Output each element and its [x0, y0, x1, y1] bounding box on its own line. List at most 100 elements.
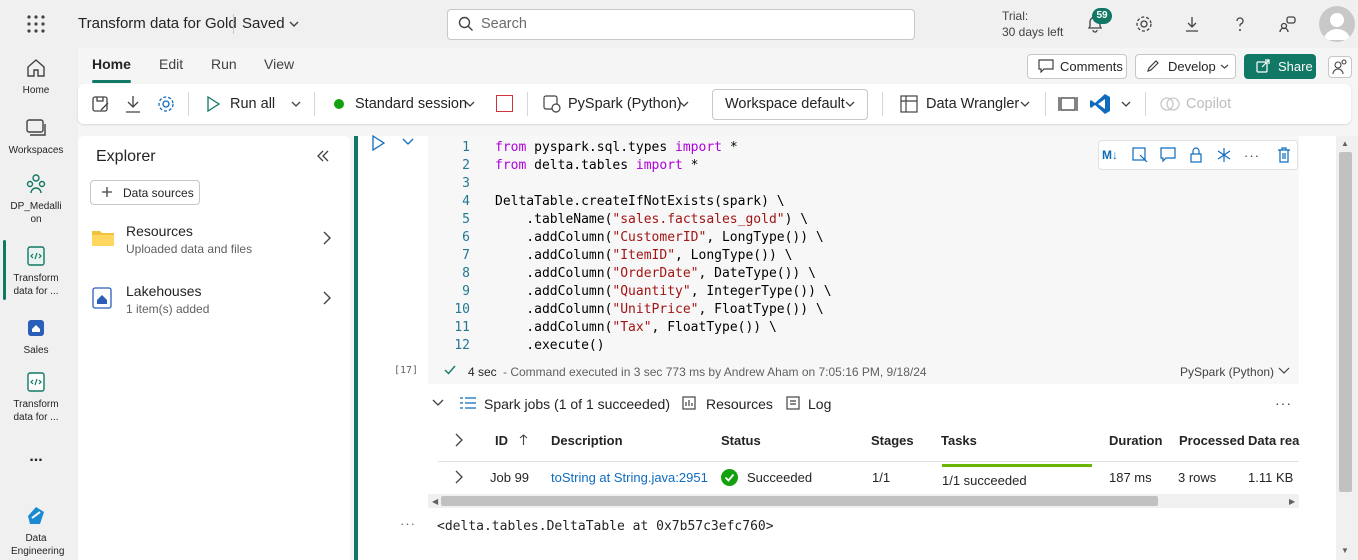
- scroll-down-arrow-icon[interactable]: ▼: [1341, 546, 1349, 555]
- cell-language-label[interactable]: PySpark (Python): [1180, 365, 1274, 379]
- sort-ascending-icon[interactable]: [519, 434, 528, 446]
- chevron-down-icon[interactable]: [679, 101, 689, 108]
- vertical-scrollbar-thumb[interactable]: [1339, 152, 1352, 492]
- comment-icon[interactable]: [1160, 147, 1176, 163]
- chevron-right-icon[interactable]: [323, 231, 331, 245]
- workspaces-icon: [24, 116, 48, 140]
- explorer-title: Explorer: [96, 148, 156, 165]
- run-options-chevron-icon[interactable]: [402, 138, 414, 146]
- resources-tab[interactable]: Resources: [706, 396, 773, 412]
- people-icon: [24, 172, 48, 196]
- share-label: Share: [1278, 59, 1313, 74]
- scroll-up-arrow-icon[interactable]: ▲: [1341, 139, 1349, 148]
- collapse-jobs-chevron-icon[interactable]: [432, 399, 444, 407]
- chevron-down-icon[interactable]: [1020, 101, 1030, 108]
- chevron-down-icon[interactable]: [289, 20, 299, 28]
- log-tab[interactable]: Log: [808, 396, 831, 412]
- rail-item-data-engineering[interactable]: Data Engineering: [0, 504, 72, 558]
- app-launcher-icon[interactable]: [26, 14, 46, 34]
- rail-item-dp-medallion[interactable]: DP_Medallion: [0, 172, 72, 226]
- develop-button[interactable]: Develop: [1135, 54, 1236, 79]
- notebook-icon: [24, 244, 48, 268]
- toolbar-divider: [1145, 92, 1146, 116]
- comments-button[interactable]: Comments: [1027, 54, 1127, 79]
- rail-item-label: DP_Medallion: [10, 201, 62, 225]
- collaborate-icon[interactable]: [1328, 56, 1352, 78]
- copilot-button[interactable]: Copilot: [1186, 96, 1231, 112]
- tab-view[interactable]: View: [264, 56, 294, 72]
- chevron-down-icon[interactable]: [845, 101, 855, 108]
- freeze-icon[interactable]: [1216, 147, 1232, 163]
- lock-icon[interactable]: [1189, 147, 1203, 163]
- chevron-down-icon[interactable]: [1278, 367, 1290, 375]
- code-line: .addColumn("Quantity", IntegerType()) \: [495, 284, 832, 299]
- run-all-button[interactable]: Run all: [230, 96, 275, 112]
- chevron-down-icon[interactable]: [465, 101, 475, 108]
- gear-icon[interactable]: [156, 94, 176, 114]
- column-header-duration[interactable]: Duration: [1109, 433, 1162, 448]
- column-header-data-read[interactable]: Data rea: [1248, 433, 1299, 448]
- tab-edit[interactable]: Edit: [159, 56, 183, 72]
- download-icon[interactable]: [123, 94, 143, 114]
- job-id-cell: Job 99: [490, 470, 530, 485]
- comment-cell-icon[interactable]: [1132, 147, 1148, 163]
- expand-row-chevron-icon[interactable]: [455, 470, 463, 484]
- saved-status[interactable]: Saved: [242, 15, 285, 32]
- rail-item-transform-notebook-active[interactable]: Transform data for ...: [0, 244, 72, 298]
- stop-session-icon[interactable]: [496, 95, 513, 112]
- column-header-processed[interactable]: Processed: [1179, 433, 1245, 448]
- spark-jobs-label[interactable]: Spark jobs (1 of 1 succeeded): [484, 396, 670, 412]
- run-cell-icon[interactable]: [371, 135, 385, 151]
- resources-chart-icon: [682, 396, 696, 410]
- people-share-icon[interactable]: [1278, 14, 1298, 34]
- notebook-title[interactable]: Transform data for Gold: [78, 15, 237, 32]
- share-button[interactable]: Share: [1244, 54, 1316, 79]
- tab-run[interactable]: Run: [211, 56, 237, 72]
- notebook-icon: [24, 370, 48, 394]
- gear-icon[interactable]: [1134, 14, 1154, 34]
- scroll-left-arrow-icon[interactable]: ◀: [432, 497, 438, 506]
- column-header-status[interactable]: Status: [721, 433, 761, 448]
- delete-icon[interactable]: [1277, 147, 1291, 163]
- horizontal-scrollbar-thumb[interactable]: [441, 496, 1158, 506]
- avatar[interactable]: [1319, 6, 1355, 42]
- column-header-stages[interactable]: Stages: [871, 433, 914, 448]
- copilot-icon: [1160, 95, 1180, 113]
- focus-mode-icon[interactable]: [1058, 95, 1078, 113]
- download-icon[interactable]: [1182, 14, 1202, 34]
- chevron-right-icon[interactable]: [323, 291, 331, 305]
- help-icon[interactable]: [1230, 14, 1250, 34]
- column-header-id[interactable]: ID: [495, 433, 508, 448]
- session-select[interactable]: Standard session: [355, 96, 467, 112]
- rail-item-transform-notebook[interactable]: Transform data for ...: [0, 370, 72, 424]
- expand-all-chevron-icon[interactable]: [455, 433, 463, 447]
- rail-item-sales[interactable]: Sales: [0, 316, 72, 357]
- rail-item-home[interactable]: Home: [0, 56, 72, 97]
- column-header-description[interactable]: Description: [551, 433, 623, 448]
- more-options-icon[interactable]: ···: [1275, 395, 1292, 411]
- collapse-panel-icon[interactable]: [316, 149, 330, 163]
- job-description-link[interactable]: toString at String.java:2951: [551, 470, 708, 485]
- chevron-down-icon[interactable]: [291, 101, 301, 108]
- spark-jobs-icon: [459, 396, 477, 412]
- more-options-icon[interactable]: ···: [1244, 148, 1260, 163]
- rail-item-workspaces[interactable]: Workspaces: [0, 116, 72, 157]
- output-more-icon[interactable]: ···: [400, 516, 416, 531]
- chevron-down-icon[interactable]: [1121, 101, 1131, 108]
- rail-more-button[interactable]: ...: [0, 449, 72, 465]
- tab-home[interactable]: Home: [92, 56, 131, 72]
- code-line: .addColumn("UnitPrice", FloatType()) \: [495, 302, 824, 317]
- environment-select[interactable]: Workspace default: [725, 96, 845, 112]
- language-select[interactable]: PySpark (Python): [568, 96, 682, 112]
- markdown-toggle-icon[interactable]: M↓: [1102, 148, 1118, 162]
- active-cell-bar: [354, 136, 358, 560]
- toolbar-divider: [882, 92, 883, 116]
- save-settings-icon[interactable]: [91, 94, 111, 114]
- vscode-icon[interactable]: [1089, 93, 1111, 115]
- data-wrangler-button[interactable]: Data Wrangler: [926, 96, 1019, 112]
- search-input[interactable]: Search: [481, 16, 527, 32]
- lakehouse-icon: [24, 316, 48, 340]
- scroll-right-arrow-icon[interactable]: ▶: [1289, 497, 1295, 506]
- line-number: 6: [462, 230, 470, 245]
- column-header-tasks[interactable]: Tasks: [941, 433, 977, 448]
